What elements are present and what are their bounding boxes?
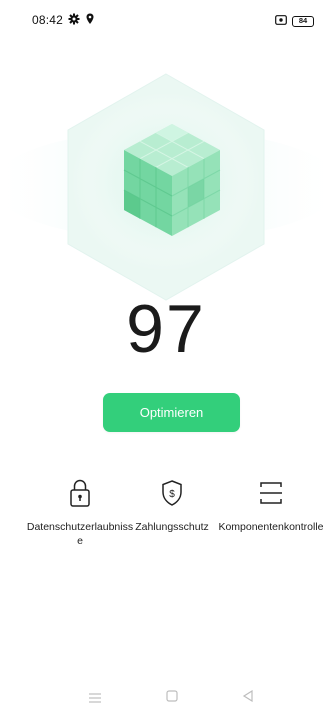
feature-label: Zahlungsschutz <box>135 521 209 533</box>
menu-icon[interactable] <box>88 690 102 708</box>
screen-record-icon <box>275 12 287 30</box>
home-icon[interactable] <box>166 689 178 707</box>
shield-dollar-icon: $ <box>117 478 227 508</box>
feature-component-control[interactable]: Komponentenkontrolle <box>216 478 326 534</box>
security-score: 97 <box>126 291 206 367</box>
optimize-button[interactable]: Optimieren <box>103 393 240 432</box>
status-bar: 08:42 84 <box>0 0 332 36</box>
security-cube-illustration <box>0 60 332 310</box>
location-pin-icon <box>86 12 94 30</box>
feature-label: Komponentenkontrolle <box>218 521 324 533</box>
back-icon[interactable] <box>242 689 254 707</box>
svg-text:$: $ <box>169 489 175 500</box>
feature-payment-protection[interactable]: $ Zahlungsschutz <box>117 478 227 534</box>
battery-level: 84 <box>298 15 308 25</box>
settings-gear-icon <box>68 12 80 30</box>
navigation-bar <box>0 684 332 706</box>
status-time: 08:42 <box>32 13 64 27</box>
battery-icon: 84 <box>292 15 314 27</box>
scan-icon <box>216 478 326 508</box>
